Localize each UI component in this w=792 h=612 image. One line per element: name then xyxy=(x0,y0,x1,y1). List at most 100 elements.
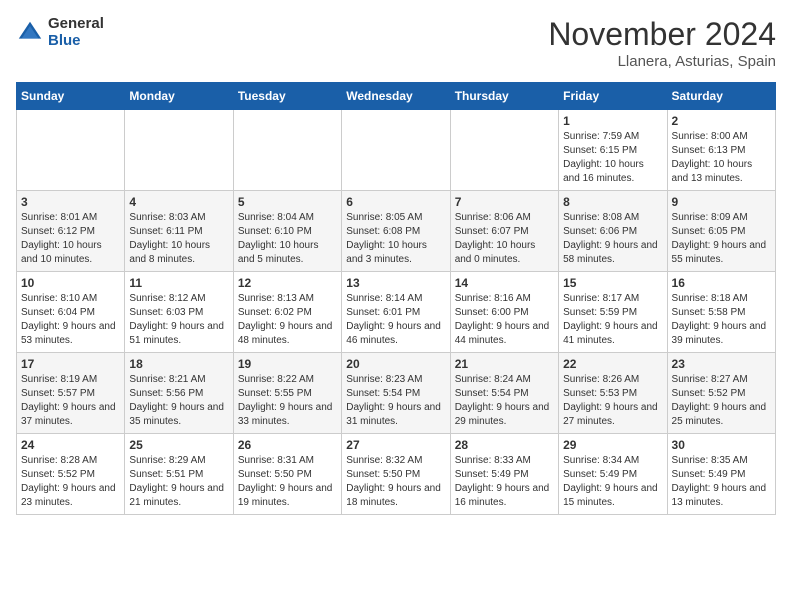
calendar-cell: 16 Sunrise: 8:18 AM Sunset: 5:58 PM Dayli… xyxy=(667,272,775,353)
calendar-cell: 22 Sunrise: 8:26 AM Sunset: 5:53 PM Dayli… xyxy=(559,353,667,434)
day-info: Sunrise: 8:31 AM Sunset: 5:50 PM Dayligh… xyxy=(238,454,337,510)
calendar-cell: 30Sunrise: 8:35 AM Sunset: 5:49 PM Dayli… xyxy=(667,434,775,515)
day-number: 29 xyxy=(563,438,662,452)
calendar-cell xyxy=(233,110,341,191)
calendar-cell: 8 Sunrise: 8:08 AM Sunset: 6:06 PM Daylig… xyxy=(559,191,667,272)
calendar-cell: 9Sunrise: 8:09 AM Sunset: 6:05 PM Daylig… xyxy=(667,191,775,272)
day-of-week-header: Sunday xyxy=(17,83,125,110)
calendar-cell: 5 Sunrise: 8:04 AM Sunset: 6:10 PM Daylig… xyxy=(233,191,341,272)
day-number: 28 xyxy=(455,438,554,452)
day-number: 27 xyxy=(346,438,445,452)
day-info: Sunrise: 8:34 AM Sunset: 5:49 PM Dayligh… xyxy=(563,454,662,510)
calendar-cell: 17 Sunrise: 8:19 AM Sunset: 5:57 PM Dayli… xyxy=(17,353,125,434)
day-info: Sunrise: 8:04 AM Sunset: 6:10 PM Dayligh… xyxy=(238,211,337,267)
calendar-cell: 18Sunrise: 8:21 AM Sunset: 5:56 PM Dayli… xyxy=(125,353,233,434)
day-info: Sunrise: 8:18 AM Sunset: 5:58 PM Dayligh… xyxy=(672,292,771,348)
day-info: Sunrise: 8:23 AM Sunset: 5:54 PM Dayligh… xyxy=(346,373,445,429)
day-number: 3 xyxy=(21,195,120,209)
day-number: 19 xyxy=(238,357,337,371)
month-title: November 2024 xyxy=(548,16,776,53)
day-info: Sunrise: 8:16 AM Sunset: 6:00 PM Dayligh… xyxy=(455,292,554,348)
day-info: Sunrise: 8:14 AM Sunset: 6:01 PM Dayligh… xyxy=(346,292,445,348)
day-info: Sunrise: 8:08 AM Sunset: 6:06 PM Dayligh… xyxy=(563,211,662,267)
calendar-cell: 12Sunrise: 8:13 AM Sunset: 6:02 PM Dayli… xyxy=(233,272,341,353)
calendar-cell: 23 Sunrise: 8:27 AM Sunset: 5:52 PM Dayli… xyxy=(667,353,775,434)
day-info: Sunrise: 7:59 AM Sunset: 6:15 PM Dayligh… xyxy=(563,130,662,186)
day-number: 11 xyxy=(129,276,228,290)
day-number: 15 xyxy=(563,276,662,290)
day-info: Sunrise: 8:24 AM Sunset: 5:54 PM Dayligh… xyxy=(455,373,554,429)
day-number: 2 xyxy=(672,114,771,128)
day-number: 17 xyxy=(21,357,120,371)
day-info: Sunrise: 8:19 AM Sunset: 5:57 PM Dayligh… xyxy=(21,373,120,429)
day-number: 18 xyxy=(129,357,228,371)
day-number: 30 xyxy=(672,438,771,452)
calendar-cell: 29 Sunrise: 8:34 AM Sunset: 5:49 PM Dayli… xyxy=(559,434,667,515)
calendar-cell: 21Sunrise: 8:24 AM Sunset: 5:54 PM Dayli… xyxy=(450,353,558,434)
day-info: Sunrise: 8:33 AM Sunset: 5:49 PM Dayligh… xyxy=(455,454,554,510)
day-info: Sunrise: 8:00 AM Sunset: 6:13 PM Dayligh… xyxy=(672,130,771,186)
day-number: 5 xyxy=(238,195,337,209)
day-info: Sunrise: 8:17 AM Sunset: 5:59 PM Dayligh… xyxy=(563,292,662,348)
calendar-cell: 24 Sunrise: 8:28 AM Sunset: 5:52 PM Dayli… xyxy=(17,434,125,515)
day-number: 10 xyxy=(21,276,120,290)
day-of-week-header: Monday xyxy=(125,83,233,110)
calendar-week-row: 1 Sunrise: 7:59 AM Sunset: 6:15 PM Daylig… xyxy=(17,110,776,191)
calendar-cell: 7 Sunrise: 8:06 AM Sunset: 6:07 PM Daylig… xyxy=(450,191,558,272)
calendar-week-row: 10 Sunrise: 8:10 AM Sunset: 6:04 PM Dayli… xyxy=(17,272,776,353)
day-number: 8 xyxy=(563,195,662,209)
calendar-cell: 13Sunrise: 8:14 AM Sunset: 6:01 PM Dayli… xyxy=(342,272,450,353)
calendar-week-row: 3 Sunrise: 8:01 AM Sunset: 6:12 PM Daylig… xyxy=(17,191,776,272)
day-info: Sunrise: 8:29 AM Sunset: 5:51 PM Dayligh… xyxy=(129,454,228,510)
day-info: Sunrise: 8:12 AM Sunset: 6:03 PM Dayligh… xyxy=(129,292,228,348)
calendar-cell xyxy=(17,110,125,191)
day-number: 12 xyxy=(238,276,337,290)
calendar-cell: 20 Sunrise: 8:23 AM Sunset: 5:54 PM Dayli… xyxy=(342,353,450,434)
day-of-week-header: Wednesday xyxy=(342,83,450,110)
calendar-cell: 4Sunrise: 8:03 AM Sunset: 6:11 PM Daylig… xyxy=(125,191,233,272)
logo-general-text: General xyxy=(48,16,104,33)
day-number: 24 xyxy=(21,438,120,452)
calendar-cell: 27 Sunrise: 8:32 AM Sunset: 5:50 PM Dayli… xyxy=(342,434,450,515)
calendar-cell xyxy=(125,110,233,191)
calendar-body: 1 Sunrise: 7:59 AM Sunset: 6:15 PM Daylig… xyxy=(17,110,776,515)
calendar-cell: 2 Sunrise: 8:00 AM Sunset: 6:13 PM Daylig… xyxy=(667,110,775,191)
header-row: SundayMondayTuesdayWednesdayThursdayFrid… xyxy=(17,83,776,110)
day-info: Sunrise: 8:06 AM Sunset: 6:07 PM Dayligh… xyxy=(455,211,554,267)
calendar-cell: 19Sunrise: 8:22 AM Sunset: 5:55 PM Dayli… xyxy=(233,353,341,434)
calendar-cell: 11 Sunrise: 8:12 AM Sunset: 6:03 PM Dayli… xyxy=(125,272,233,353)
day-info: Sunrise: 8:28 AM Sunset: 5:52 PM Dayligh… xyxy=(21,454,120,510)
calendar-week-row: 24 Sunrise: 8:28 AM Sunset: 5:52 PM Dayli… xyxy=(17,434,776,515)
day-of-week-header: Saturday xyxy=(667,83,775,110)
calendar-cell: 3 Sunrise: 8:01 AM Sunset: 6:12 PM Daylig… xyxy=(17,191,125,272)
day-of-week-header: Tuesday xyxy=(233,83,341,110)
location-text: Llanera, Asturias, Spain xyxy=(548,53,776,70)
day-number: 14 xyxy=(455,276,554,290)
day-number: 20 xyxy=(346,357,445,371)
calendar-cell: 28 Sunrise: 8:33 AM Sunset: 5:49 PM Dayli… xyxy=(450,434,558,515)
day-info: Sunrise: 8:03 AM Sunset: 6:11 PM Dayligh… xyxy=(129,211,228,267)
day-number: 23 xyxy=(672,357,771,371)
day-number: 26 xyxy=(238,438,337,452)
title-area: November 2024 Llanera, Asturias, Spain xyxy=(548,16,776,70)
day-number: 6 xyxy=(346,195,445,209)
day-info: Sunrise: 8:27 AM Sunset: 5:52 PM Dayligh… xyxy=(672,373,771,429)
day-info: Sunrise: 8:05 AM Sunset: 6:08 PM Dayligh… xyxy=(346,211,445,267)
day-info: Sunrise: 8:10 AM Sunset: 6:04 PM Dayligh… xyxy=(21,292,120,348)
day-info: Sunrise: 8:01 AM Sunset: 6:12 PM Dayligh… xyxy=(21,211,120,267)
day-number: 7 xyxy=(455,195,554,209)
day-of-week-header: Thursday xyxy=(450,83,558,110)
logo: General Blue xyxy=(16,16,104,49)
day-info: Sunrise: 8:26 AM Sunset: 5:53 PM Dayligh… xyxy=(563,373,662,429)
calendar-cell: 25 Sunrise: 8:29 AM Sunset: 5:51 PM Dayli… xyxy=(125,434,233,515)
calendar-table: SundayMondayTuesdayWednesdayThursdayFrid… xyxy=(16,82,776,515)
day-number: 25 xyxy=(129,438,228,452)
page-header: General Blue November 2024 Llanera, Astu… xyxy=(16,16,776,70)
day-info: Sunrise: 8:32 AM Sunset: 5:50 PM Dayligh… xyxy=(346,454,445,510)
day-number: 1 xyxy=(563,114,662,128)
logo-blue-text: Blue xyxy=(48,33,104,50)
logo-icon xyxy=(16,19,44,47)
calendar-header: SundayMondayTuesdayWednesdayThursdayFrid… xyxy=(17,83,776,110)
day-number: 16 xyxy=(672,276,771,290)
day-number: 22 xyxy=(563,357,662,371)
